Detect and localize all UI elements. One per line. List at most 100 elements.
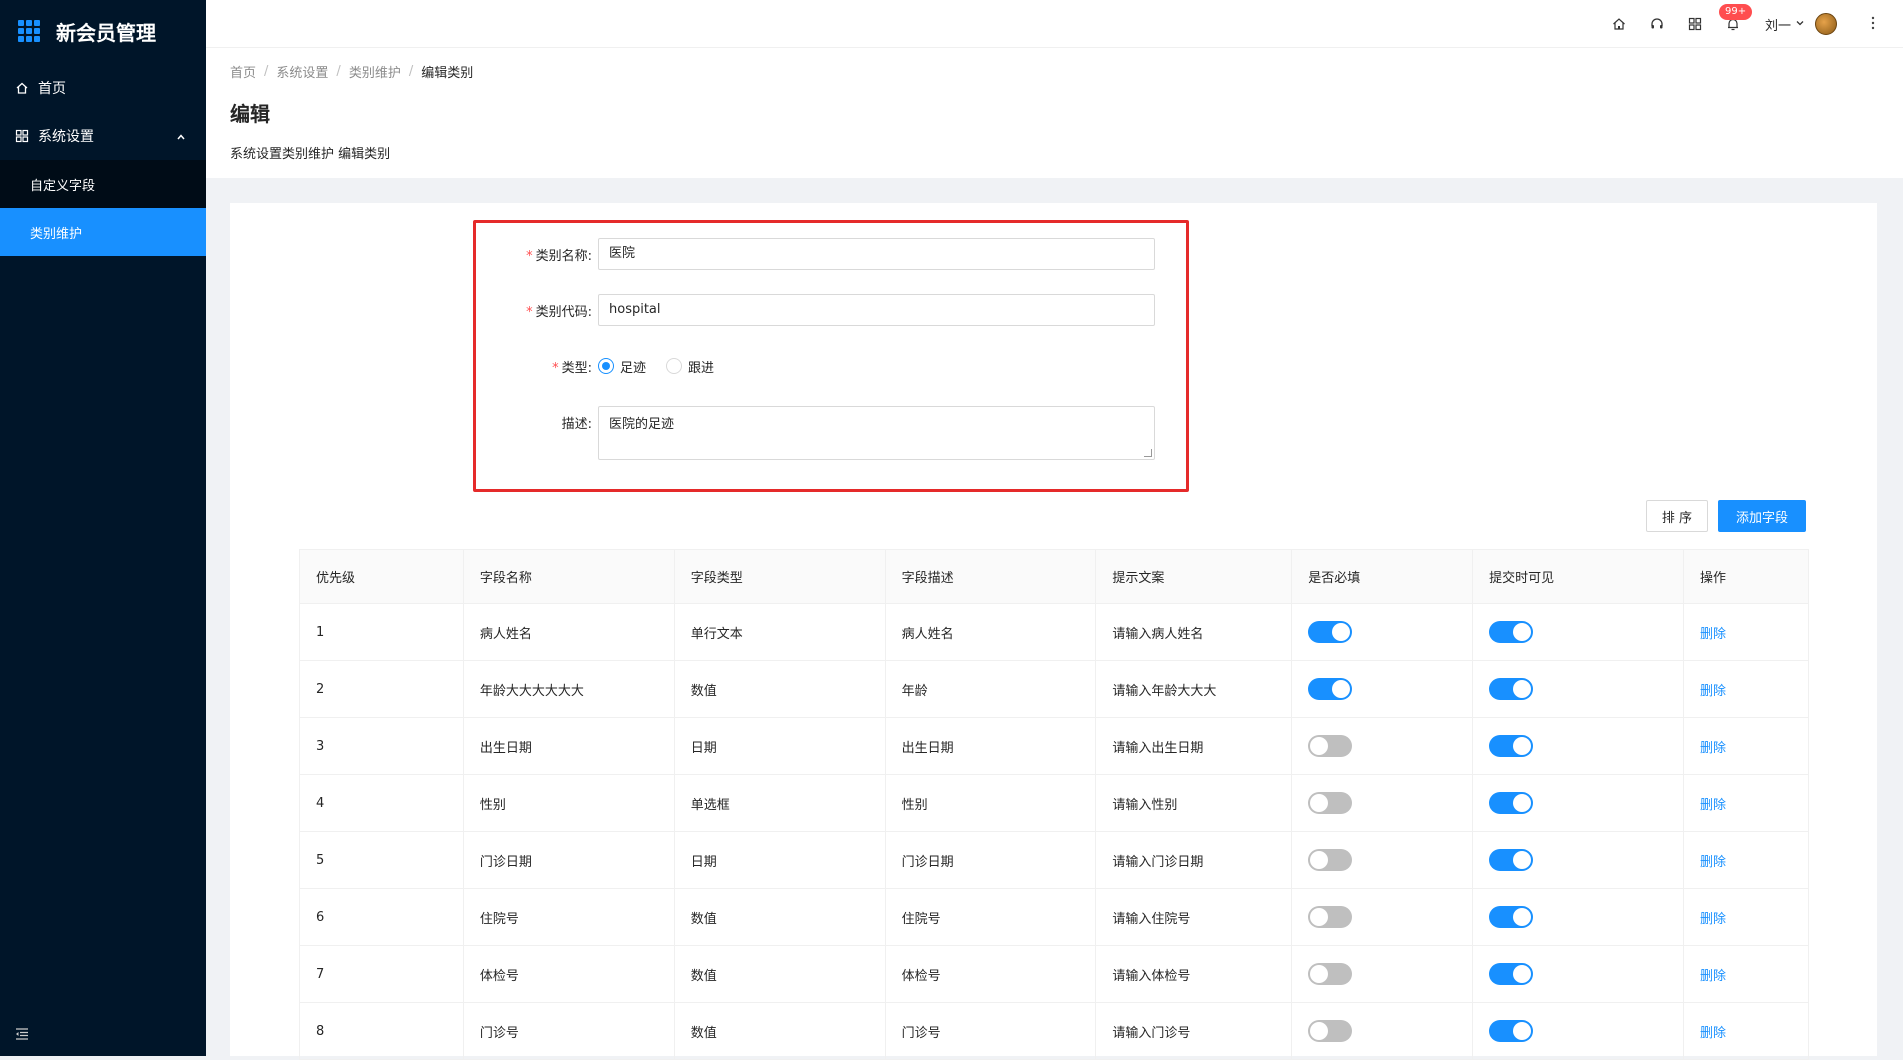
table-row: 8 门诊号 数值 门诊号 请输入门诊号 删除 <box>299 1002 1809 1060</box>
column-header: 字段名称 <box>463 549 675 604</box>
sidebar-item-system-settings[interactable]: 系统设置 <box>0 112 206 160</box>
resize-handle-icon[interactable] <box>1144 449 1152 457</box>
column-header: 提交时可见 <box>1472 549 1685 604</box>
app-grid-logo-icon <box>18 20 40 42</box>
notification-bell-icon[interactable]: 99+ <box>1718 4 1753 34</box>
required-toggle[interactable] <box>1308 678 1353 700</box>
home-icon[interactable] <box>1609 14 1629 34</box>
type-radio-group: 足迹 跟进 <box>598 357 734 376</box>
required-toggle-cell <box>1291 603 1474 661</box>
visible-toggle-cell <box>1472 888 1685 946</box>
action-cell: 删除 <box>1683 774 1809 832</box>
description-textarea[interactable]: 医院的足迹 <box>598 406 1155 460</box>
field-name-cell: 病人姓名 <box>463 603 675 661</box>
priority-cell: 8 <box>299 1002 464 1060</box>
field-type-cell: 数值 <box>674 888 886 946</box>
category-name-input[interactable]: 医院 <box>598 238 1155 270</box>
field-name-cell: 年龄大大大大大大 <box>463 660 675 718</box>
sidebar-item-category-maintenance[interactable]: 类别维护 <box>0 208 206 256</box>
edit-category-form: * 类别名称: 医院 * 类别代码: hospital * 类型: 足迹 跟进 描述: <box>473 220 1189 492</box>
sidebar-item-custom-fields[interactable]: 自定义字段 <box>0 160 206 208</box>
visible-toggle[interactable] <box>1489 678 1534 700</box>
delete-link[interactable]: 删除 <box>1700 798 1726 813</box>
required-toggle[interactable] <box>1308 906 1353 928</box>
user-menu[interactable]: 刘一 <box>1765 13 1837 35</box>
field-desc-cell: 门诊日期 <box>885 831 1097 889</box>
delete-link[interactable]: 删除 <box>1700 741 1726 756</box>
delete-link[interactable]: 删除 <box>1700 627 1726 642</box>
delete-link[interactable]: 删除 <box>1700 684 1726 699</box>
column-header: 操作 <box>1683 549 1809 604</box>
headset-icon[interactable] <box>1647 14 1667 34</box>
sort-button[interactable]: 排 序 <box>1646 500 1708 532</box>
brand[interactable]: 新会员管理 <box>0 0 206 62</box>
fields-table: 优先级 字段名称 字段类型 字段描述 提示文案 是否必填 提交时可见 操作 1病… <box>299 549 1809 1060</box>
field-desc-cell: 出生日期 <box>885 717 1097 775</box>
required-toggle[interactable] <box>1308 1020 1353 1042</box>
radio-footprint[interactable]: 足迹 <box>598 357 646 376</box>
required-toggle-cell <box>1291 774 1474 832</box>
radio-unchecked-icon <box>666 358 683 374</box>
field-name-cell: 体检号 <box>463 945 675 1003</box>
radio-checked-icon <box>598 358 614 374</box>
field-type-cell: 数值 <box>674 1002 886 1060</box>
breadcrumb-category-maintenance[interactable]: 类别维护 <box>349 62 401 81</box>
table-row: 2 年龄大大大大大大 数值 年龄 请输入年龄大大大 删除 <box>299 660 1809 718</box>
add-field-button[interactable]: 添加字段 <box>1718 500 1806 532</box>
breadcrumb-home[interactable]: 首页 <box>230 62 256 81</box>
sidebar-item-home[interactable]: 首页 <box>0 64 206 112</box>
visible-toggle[interactable] <box>1489 621 1534 643</box>
breadcrumb-separator: / <box>408 63 414 79</box>
delete-link[interactable]: 删除 <box>1700 912 1726 927</box>
required-toggle-cell <box>1291 717 1474 775</box>
app-title: 新会员管理 <box>56 20 156 45</box>
priority-cell: 2 <box>299 660 464 718</box>
delete-link[interactable]: 删除 <box>1700 855 1726 870</box>
apps-grid-icon[interactable] <box>1685 14 1705 34</box>
field-type-cell: 日期 <box>674 717 886 775</box>
table-row: 4 性别 单选框 性别 请输入性别 删除 <box>299 774 1809 832</box>
visible-toggle[interactable] <box>1489 792 1534 814</box>
visible-toggle[interactable] <box>1489 735 1534 757</box>
hint-text-cell: 请输入出生日期 <box>1095 717 1293 775</box>
visible-toggle[interactable] <box>1489 849 1534 871</box>
visible-toggle[interactable] <box>1489 906 1534 928</box>
table-header-row: 优先级 字段名称 字段类型 字段描述 提示文案 是否必填 提交时可见 操作 <box>299 549 1809 604</box>
breadcrumb-system-settings[interactable]: 系统设置 <box>276 62 328 81</box>
field-desc-cell: 门诊号 <box>885 1002 1097 1060</box>
field-name-cell: 性别 <box>463 774 675 832</box>
field-type-cell: 单行文本 <box>674 603 886 661</box>
top-header: 99+ 刘一 <box>206 0 1903 48</box>
table-row: 7 体检号 数值 体检号 请输入体检号 删除 <box>299 945 1809 1003</box>
radio-follow-up[interactable]: 跟进 <box>666 357 714 376</box>
delete-link[interactable]: 删除 <box>1700 969 1726 984</box>
action-cell: 删除 <box>1683 1002 1809 1060</box>
field-type-cell: 数值 <box>674 945 886 1003</box>
visible-toggle[interactable] <box>1489 1020 1534 1042</box>
required-toggle[interactable] <box>1308 849 1353 871</box>
visible-toggle[interactable] <box>1489 963 1534 985</box>
form-row-type: * 类型: 足迹 跟进 <box>476 350 1186 382</box>
more-vertical-icon[interactable] <box>1871 15 1875 34</box>
home-icon <box>14 80 30 96</box>
required-toggle[interactable] <box>1308 963 1353 985</box>
form-label: * 类别代码: <box>526 304 592 320</box>
field-type-cell: 日期 <box>674 831 886 889</box>
required-toggle-cell <box>1291 888 1474 946</box>
form-row-description: 描述: 医院的足迹 <box>476 406 1186 460</box>
action-cell: 删除 <box>1683 603 1809 661</box>
category-code-input[interactable]: hospital <box>598 294 1155 326</box>
sidebar-item-label: 类别维护 <box>30 226 83 242</box>
delete-link[interactable]: 删除 <box>1700 1026 1726 1041</box>
action-cell: 删除 <box>1683 888 1809 946</box>
required-toggle[interactable] <box>1308 792 1353 814</box>
sidebar-submenu: 自定义字段 类别维护 <box>0 160 206 256</box>
form-row-code: * 类别代码: hospital <box>476 294 1186 326</box>
required-toggle[interactable] <box>1308 735 1353 757</box>
table-body: 1 病人姓名 单行文本 病人姓名 请输入病人姓名 删除 2 年龄大大大大大大 数值 年龄 请输入年龄… <box>299 603 1809 1060</box>
required-toggle-cell <box>1291 660 1474 718</box>
menu-fold-icon[interactable] <box>14 1026 30 1042</box>
breadcrumb: 首页 / 系统设置 / 类别维护 / 编辑类别 <box>230 60 1879 82</box>
visible-toggle-cell <box>1472 603 1685 661</box>
required-toggle[interactable] <box>1308 621 1353 643</box>
